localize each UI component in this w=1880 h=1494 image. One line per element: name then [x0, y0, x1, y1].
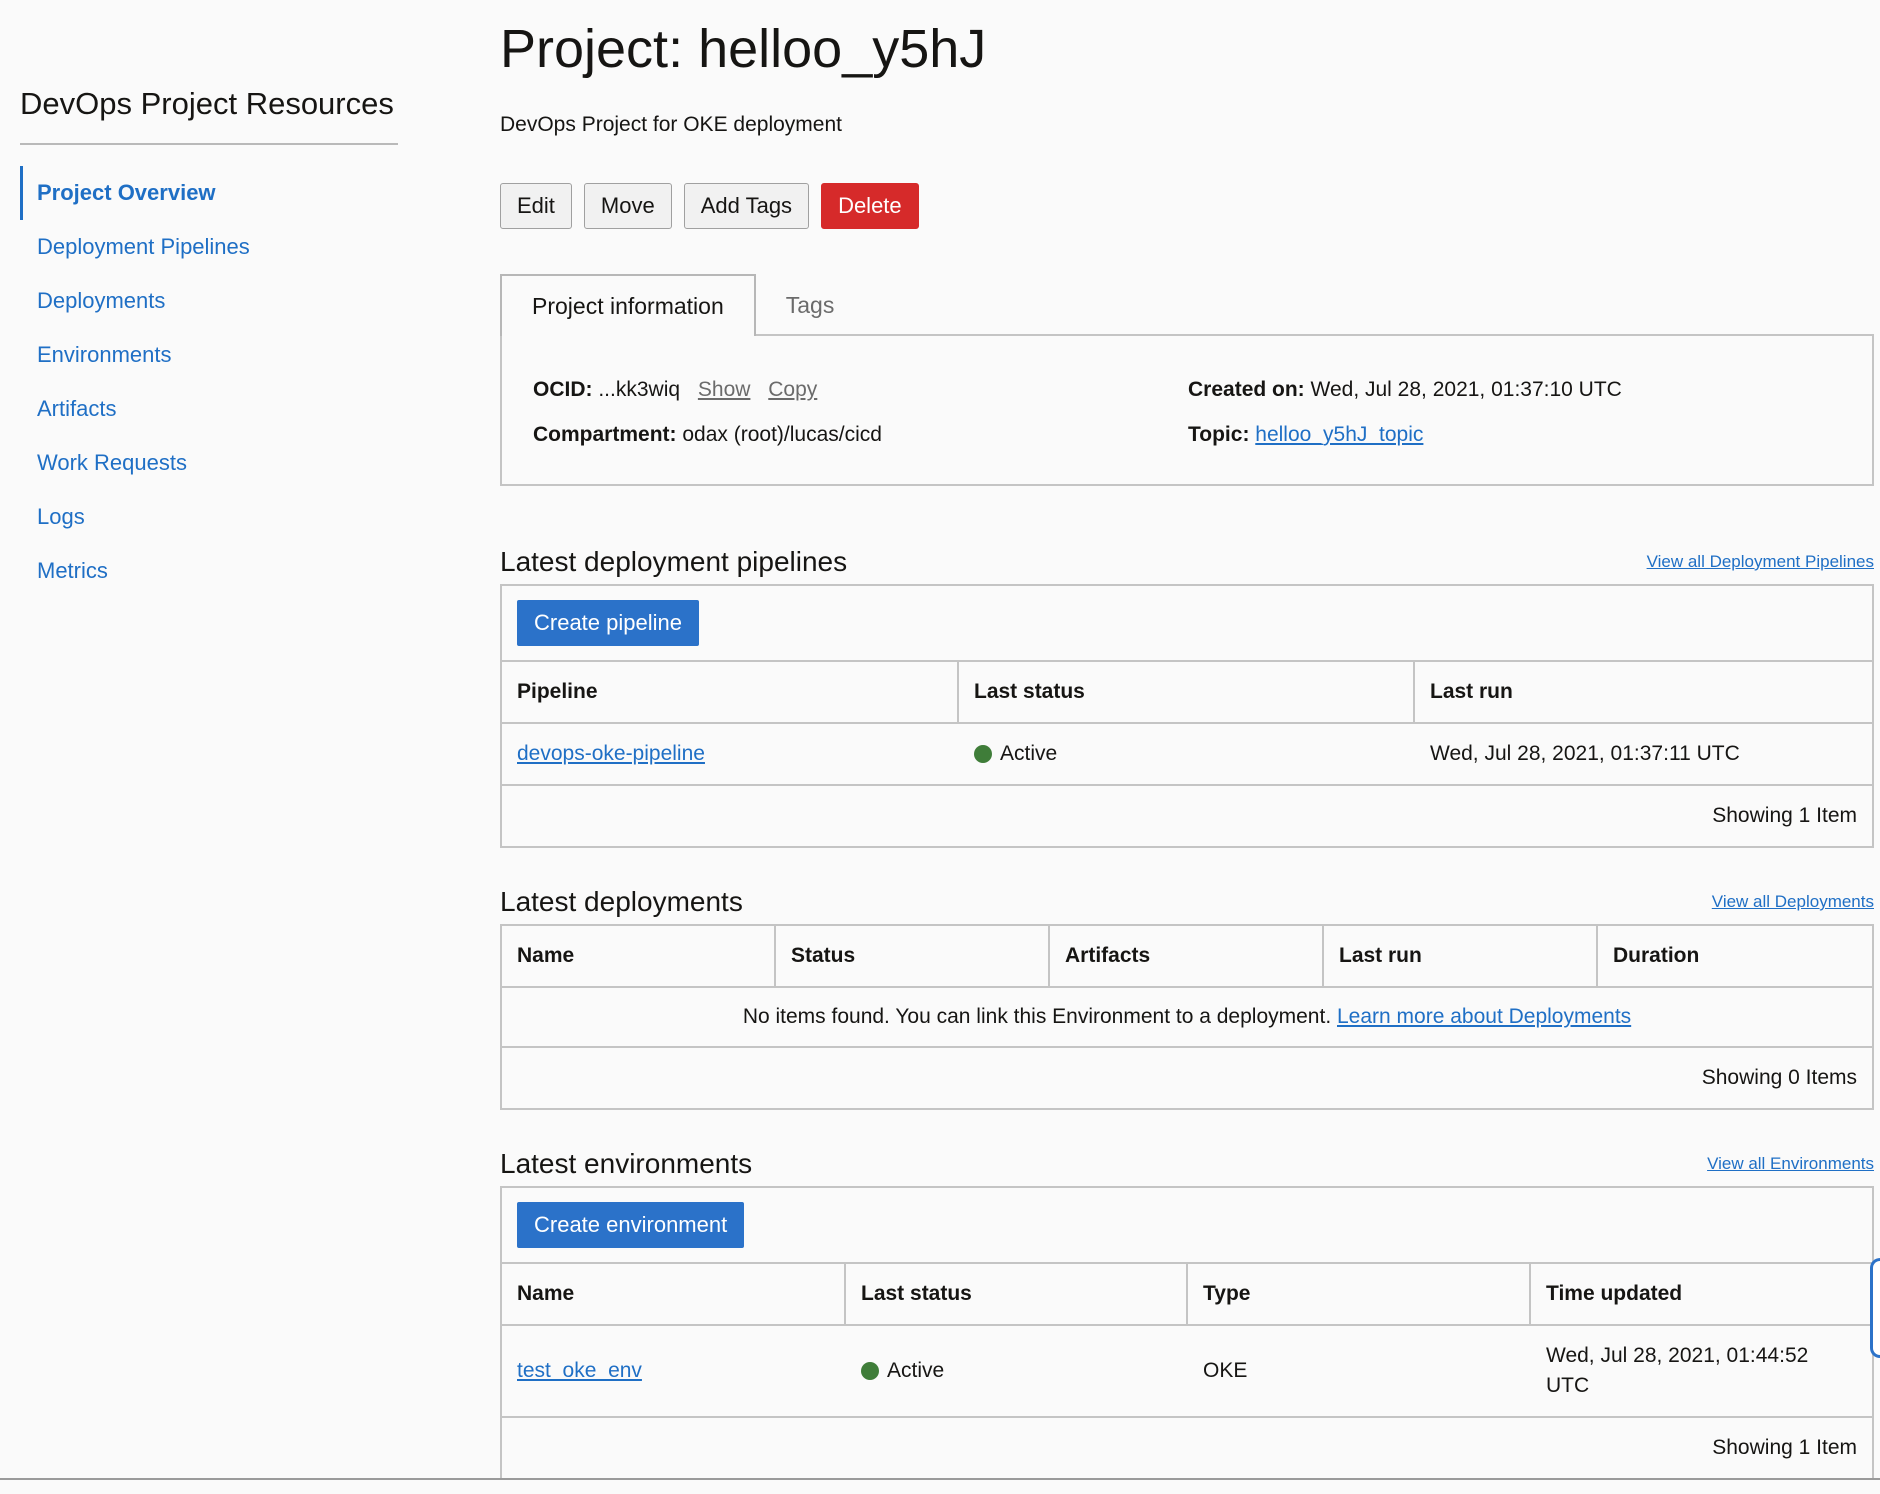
sidebar-item-deployments[interactable]: Deployments [20, 274, 398, 328]
sidebar-item-work-requests[interactable]: Work Requests [20, 436, 398, 490]
compartment-row: Compartment: odax (root)/lucas/cicd [533, 423, 882, 447]
column-header-duration[interactable]: Duration [1598, 926, 1872, 986]
environments-panel: Create environment Name Last status Type… [500, 1186, 1874, 1478]
view-all-deployments-link[interactable]: View all Deployments [1712, 892, 1874, 912]
table-row: devops-oke-pipeline Active Wed, Jul 28, … [502, 724, 1872, 786]
sidebar-nav: Project Overview Deployment Pipelines De… [20, 166, 398, 598]
pipelines-table-header: Pipeline Last status Last run [502, 662, 1872, 724]
column-header-pipeline[interactable]: Pipeline [502, 662, 959, 722]
deployments-footer: Showing 0 Items [1701, 1066, 1857, 1089]
add-tags-button[interactable]: Add Tags [683, 183, 810, 229]
topic-row: Topic: helloo_y5hJ_topic [1188, 423, 1423, 447]
column-header-status[interactable]: Status [776, 926, 1050, 986]
column-header-artifacts[interactable]: Artifacts [1050, 926, 1324, 986]
status-active-icon [974, 745, 992, 763]
sidebar-item-logs[interactable]: Logs [20, 490, 398, 544]
learn-more-deployments-link[interactable]: Learn more about Deployments [1337, 1005, 1631, 1029]
ocid-show-link[interactable]: Show [698, 378, 751, 401]
pipeline-status-cell: Active [959, 724, 1415, 784]
table-row: test_oke_env Active OKE Wed, Jul 28, 202… [502, 1326, 1872, 1418]
action-bar: Edit Move Add Tags Delete [500, 183, 919, 229]
column-header-last-run[interactable]: Last run [1415, 662, 1872, 722]
created-label: Created on: [1188, 378, 1305, 401]
sidebar-title: DevOps Project Resources [20, 86, 394, 121]
pipeline-name-cell: devops-oke-pipeline [502, 724, 959, 784]
status-active-icon [861, 1362, 879, 1380]
deployments-section-title: Latest deployments [500, 886, 743, 917]
created-value: Wed, Jul 28, 2021, 01:37:10 UTC [1310, 378, 1622, 401]
page-title: Project: helloo_y5hJ [500, 19, 987, 79]
column-header-name[interactable]: Name [502, 1264, 846, 1324]
pipeline-last-run-cell: Wed, Jul 28, 2021, 01:37:11 UTC [1430, 742, 1740, 765]
pipelines-footer: Showing 1 Item [1712, 804, 1857, 827]
edit-button[interactable]: Edit [500, 183, 572, 229]
column-header-name[interactable]: Name [502, 926, 776, 986]
deployments-panel: Name Status Artifacts Last run Duration … [500, 924, 1874, 1110]
ocid-copy-link[interactable]: Copy [768, 378, 817, 401]
feedback-tab-handle[interactable] [1870, 1258, 1880, 1358]
tab-project-information[interactable]: Project information [500, 274, 756, 336]
tab-bar: Project information Tags [500, 274, 864, 336]
environments-table-header: Name Last status Type Time updated [502, 1264, 1872, 1326]
topic-label: Topic: [1188, 423, 1250, 446]
compartment-value: odax (root)/lucas/cicd [682, 423, 882, 446]
column-header-type[interactable]: Type [1188, 1264, 1531, 1324]
time-updated-line-1: Wed, Jul 28, 2021, 01:44:52 [1546, 1344, 1809, 1367]
environments-footer: Showing 1 Item [1712, 1436, 1857, 1459]
page-description: DevOps Project for OKE deployment [500, 113, 842, 136]
view-all-environments-link[interactable]: View all Environments [1707, 1154, 1874, 1174]
create-environment-button[interactable]: Create environment [517, 1202, 745, 1248]
pipelines-toolbar: Create pipeline [502, 586, 1872, 662]
environment-type-cell: OKE [1203, 1359, 1248, 1382]
compartment-label: Compartment: [533, 423, 677, 446]
empty-state-text: No items found. You can link this Enviro… [742, 1005, 1332, 1028]
ocid-value: ...kk3wiq [598, 378, 681, 401]
delete-button[interactable]: Delete [821, 183, 919, 229]
pipelines-section-title: Latest deployment pipelines [500, 546, 848, 577]
topic-link[interactable]: helloo_y5hJ_topic [1255, 423, 1423, 446]
environment-link[interactable]: test_oke_env [517, 1359, 642, 1383]
deployments-empty-state: No items found. You can link this Enviro… [502, 988, 1872, 1048]
environment-name-cell: test_oke_env [502, 1326, 846, 1416]
environment-time-updated-cell: Wed, Jul 28, 2021, 01:44:52 UTC [1531, 1326, 1874, 1416]
column-header-last-status[interactable]: Last status [846, 1264, 1188, 1324]
sidebar-item-metrics[interactable]: Metrics [20, 544, 398, 598]
sidebar-divider [20, 143, 398, 145]
deployments-table-header: Name Status Artifacts Last run Duration [502, 926, 1872, 988]
sidebar-item-artifacts[interactable]: Artifacts [20, 382, 398, 436]
environments-section-title: Latest environments [500, 1148, 753, 1179]
sidebar-item-project-overview[interactable]: Project Overview [20, 166, 398, 220]
ocid-row: OCID: ...kk3wiq Show Copy [533, 378, 817, 402]
bottom-divider [0, 1478, 1880, 1480]
column-header-time-updated[interactable]: Time updated [1531, 1264, 1874, 1324]
environment-status-text: Active [887, 1359, 945, 1382]
created-row: Created on: Wed, Jul 28, 2021, 01:37:10 … [1188, 378, 1622, 402]
environment-status-cell: Active [846, 1326, 1188, 1416]
column-header-last-status[interactable]: Last status [959, 662, 1415, 722]
create-pipeline-button[interactable]: Create pipeline [517, 600, 699, 646]
sidebar-item-environments[interactable]: Environments [20, 328, 398, 382]
ocid-label: OCID: [533, 378, 593, 401]
sidebar-item-deployment-pipelines[interactable]: Deployment Pipelines [20, 220, 398, 274]
pipeline-status-text: Active [1000, 742, 1058, 765]
sidebar: DevOps Project Resources Project Overvie… [0, 0, 400, 1494]
pipeline-link[interactable]: devops-oke-pipeline [517, 742, 705, 766]
tab-tags[interactable]: Tags [756, 274, 865, 336]
environments-toolbar: Create environment [502, 1188, 1872, 1264]
pipelines-panel: Create pipeline Pipeline Last status Las… [500, 584, 1874, 848]
project-info-panel: OCID: ...kk3wiq Show Copy Compartment: o… [500, 334, 1874, 486]
column-header-last-run[interactable]: Last run [1324, 926, 1598, 986]
move-button[interactable]: Move [583, 183, 672, 229]
time-updated-line-2: UTC [1546, 1374, 1590, 1397]
view-all-pipelines-link[interactable]: View all Deployment Pipelines [1647, 552, 1874, 572]
